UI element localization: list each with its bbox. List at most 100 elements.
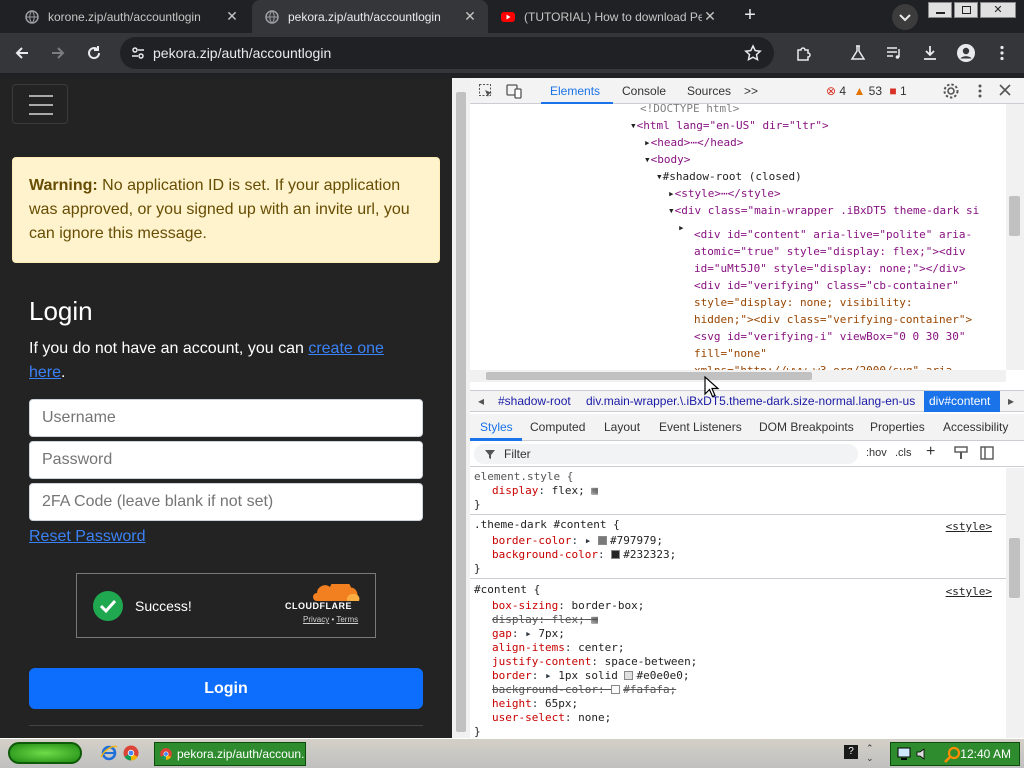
prop-name[interactable]: gap: [492, 627, 512, 640]
search-icon[interactable]: [943, 746, 961, 764]
prop-value[interactable]: #e0e0e0;: [636, 669, 689, 682]
rule-selector[interactable]: #content {: [474, 583, 540, 597]
subtab-styles[interactable]: Styles: [480, 420, 513, 434]
rule-selector[interactable]: .theme-dark #content {: [474, 518, 620, 532]
color-swatch[interactable]: [611, 550, 621, 559]
paint-format-icon[interactable]: [954, 446, 968, 460]
profile-button[interactable]: [954, 41, 978, 65]
style-declaration[interactable]: background-color: #232323;: [492, 548, 676, 562]
color-swatch[interactable]: [597, 536, 607, 545]
taskbar-window-button[interactable]: pekora.zip/auth/accoun...: [154, 742, 306, 766]
prop-value[interactable]: 7px;: [538, 627, 565, 640]
styles-pane[interactable]: element.style { display: flex; ▦ } .them…: [470, 468, 1006, 738]
dom-line[interactable]: ▾<body>: [644, 151, 690, 168]
dom-horizontal-scrollbar[interactable]: [470, 370, 1006, 382]
chrome-icon[interactable]: [122, 744, 140, 762]
subtab-computed[interactable]: Computed: [530, 420, 585, 434]
add-rule-icon[interactable]: +: [926, 443, 935, 461]
style-declaration[interactable]: gap: ▸ 7px;: [492, 627, 565, 641]
restore-button[interactable]: [954, 2, 978, 18]
gear-icon[interactable]: [942, 82, 960, 100]
dom-line[interactable]: ▾<html lang="en-US" dir="ltr">: [630, 117, 829, 134]
prop-name[interactable]: border: [492, 669, 532, 682]
username-input[interactable]: [29, 399, 423, 437]
style-declaration[interactable]: border: ▸ 1px solid #e0e0e0;: [492, 669, 689, 683]
tab-korone[interactable]: korone.zip/auth/accountlogin ✕: [0, 0, 250, 33]
star-icon[interactable]: [744, 44, 762, 62]
dom-line[interactable]: ▸<style>⋯</style>: [668, 185, 781, 202]
page-scrollbar[interactable]: [452, 78, 470, 738]
start-button[interactable]: [8, 742, 82, 764]
breadcrumb-selected[interactable]: div#content: [924, 391, 1000, 412]
prop-name[interactable]: display: [492, 613, 538, 626]
prop-value[interactable]: flex;: [552, 484, 585, 497]
subtab-properties[interactable]: Properties: [870, 420, 925, 434]
style-declaration[interactable]: justify-content: space-between;: [492, 655, 697, 669]
volume-icon[interactable]: [915, 747, 929, 761]
filter-input[interactable]: Filter: [474, 444, 858, 464]
help-icon[interactable]: ?: [844, 745, 858, 759]
tray-expand-icon[interactable]: ⌃ ⌄: [866, 743, 878, 763]
scrollbar-thumb[interactable]: [486, 372, 812, 380]
close-window-button[interactable]: ✕: [980, 2, 1016, 18]
prop-name[interactable]: border-color: [492, 534, 571, 547]
style-declaration[interactable]: box-sizing: border-box;: [492, 599, 644, 613]
error-counter[interactable]: ⊗ 4 ▲ 53 ■ 1: [826, 84, 907, 98]
site-info-icon[interactable]: [130, 45, 146, 61]
downloads-button[interactable]: [918, 41, 942, 65]
dom-tree[interactable]: <!DOCTYPE html> ▾<html lang="en-US" dir=…: [470, 104, 1006, 370]
style-declaration[interactable]: height: 65px;: [492, 697, 578, 711]
minimize-button[interactable]: [928, 2, 952, 18]
flex-editor-icon[interactable]: ▦: [591, 613, 598, 626]
cloudflare-captcha[interactable]: Success! CLOUDFLARE Privacy • Terms: [76, 573, 376, 638]
class-toggle-button[interactable]: .cls: [895, 447, 912, 459]
style-declaration-overridden[interactable]: display: flex; ▦: [492, 613, 598, 627]
login-button[interactable]: Login: [29, 668, 423, 709]
devtools-tab-elements[interactable]: Elements: [550, 84, 600, 98]
devtools-tab-console[interactable]: Console: [622, 84, 666, 98]
tab-pekora[interactable]: pekora.zip/auth/accountlogin ✕: [252, 0, 488, 33]
prop-value[interactable]: 65px;: [545, 697, 578, 710]
dom-line[interactable]: ▸<head>⋯</head>: [644, 134, 743, 151]
style-declaration-overridden[interactable]: background-color: #fafafa;: [492, 683, 676, 697]
collapse-arrow-icon[interactable]: ▸: [644, 136, 651, 149]
expand-arrow-icon[interactable]: ▾: [630, 119, 637, 132]
scrollbar-thumb[interactable]: [456, 92, 466, 732]
breadcrumb-item[interactable]: #shadow-root: [498, 394, 571, 408]
password-input[interactable]: [29, 441, 423, 479]
subtab-layout[interactable]: Layout: [604, 420, 640, 434]
internet-explorer-icon[interactable]: [100, 744, 118, 762]
rule-selector[interactable]: element.style {: [474, 470, 573, 484]
styles-scrollbar[interactable]: [1006, 468, 1024, 738]
expand-arrow-icon[interactable]: ▾: [644, 153, 651, 166]
prop-name[interactable]: justify-content: [492, 655, 591, 668]
style-declaration[interactable]: display: flex; ▦: [492, 484, 598, 498]
dom-line[interactable]: ▾#shadow-root (closed): [656, 168, 802, 185]
dom-line[interactable]: ▾<div class="main-wrapper .iBxDT5 theme-…: [668, 202, 979, 219]
prop-value[interactable]: center;: [578, 641, 624, 654]
rule-source-link[interactable]: <style>: [946, 520, 992, 534]
collapse-arrow-icon[interactable]: ▸: [678, 219, 685, 236]
rule-source-link[interactable]: <style>: [946, 585, 992, 599]
style-declaration[interactable]: align-items: center;: [492, 641, 624, 655]
device-toolbar-icon[interactable]: [506, 83, 522, 99]
extensions-button[interactable]: [792, 41, 816, 65]
new-tab-button[interactable]: +: [736, 4, 764, 28]
flex-editor-icon[interactable]: ▦: [591, 484, 598, 497]
media-button[interactable]: [882, 41, 906, 65]
color-swatch[interactable]: [611, 685, 621, 694]
prop-value[interactable]: #232323;: [623, 548, 676, 561]
selected-dom-node[interactable]: <div id="content" aria-live="polite" ari…: [688, 226, 1006, 370]
tab-youtube[interactable]: (TUTORIAL) How to download Pek ✕: [488, 0, 728, 33]
prop-name[interactable]: background-color: [492, 683, 598, 696]
prop-name[interactable]: height: [492, 697, 532, 710]
labs-button[interactable]: [846, 41, 870, 65]
prop-value[interactable]: #797979;: [610, 534, 663, 547]
prop-name[interactable]: box-sizing: [492, 599, 558, 612]
expand-arrow-icon[interactable]: ▾: [668, 204, 675, 217]
prop-value[interactable]: #fafafa;: [623, 683, 676, 696]
network-icon[interactable]: [897, 747, 911, 761]
close-tab-icon[interactable]: ✕: [702, 8, 718, 25]
dom-line[interactable]: <!DOCTYPE html>: [640, 104, 739, 117]
more-vert-icon[interactable]: [972, 82, 988, 100]
